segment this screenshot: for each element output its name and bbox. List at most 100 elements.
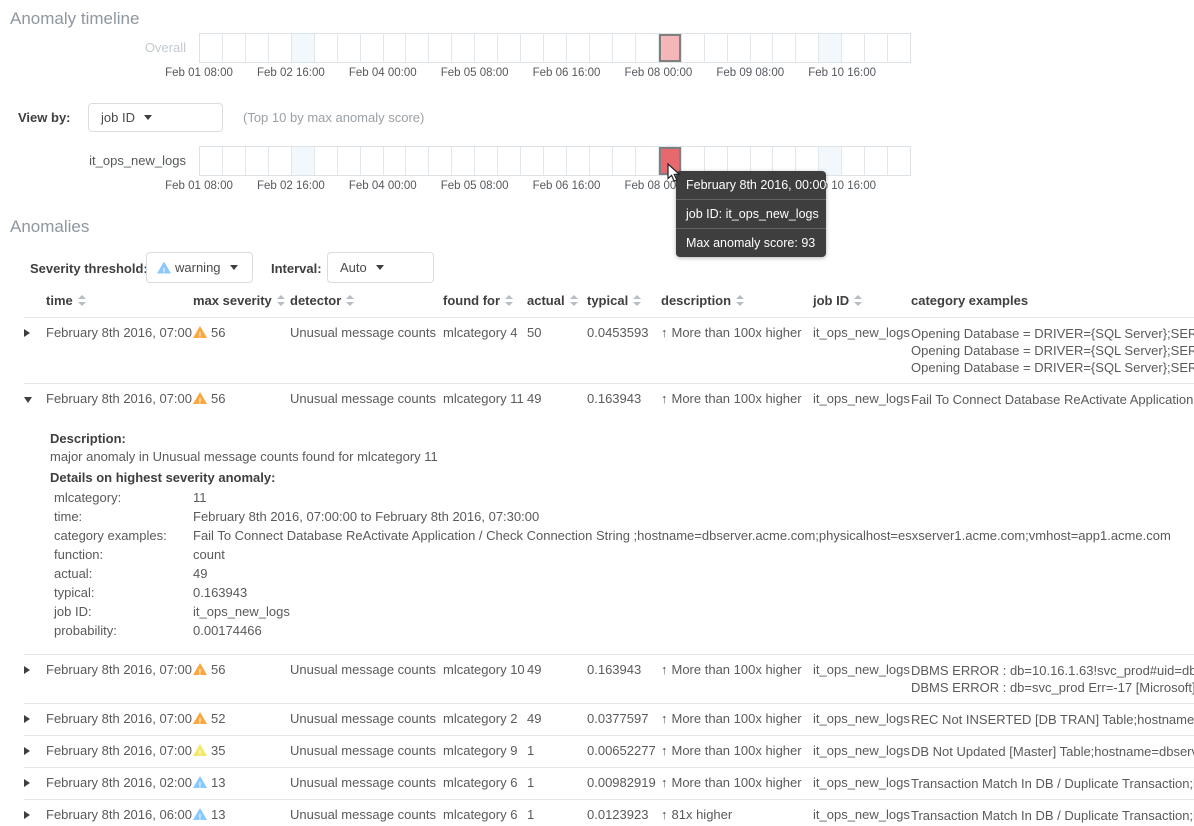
swimlane-cell[interactable] (338, 147, 361, 175)
table-row[interactable]: February 8th 2016, 07:00 56 Unusual mess… (24, 655, 1194, 704)
table-row[interactable]: February 8th 2016, 06:00 13 Unusual mess… (24, 800, 1194, 826)
swimlane-cell[interactable] (429, 34, 452, 62)
swimlane-cell[interactable] (338, 34, 361, 62)
cell-found-for: mlcategory 2 (443, 704, 527, 736)
axis-tick-label: Feb 06 16:00 (533, 67, 601, 79)
swimlane-cell[interactable] (223, 147, 246, 175)
swimlane-cell[interactable] (888, 147, 910, 175)
swimlane-cell[interactable] (773, 34, 796, 62)
swimlane-cell[interactable] (567, 147, 590, 175)
table-row[interactable]: February 8th 2016, 07:00 56 Unusual mess… (24, 318, 1194, 384)
swimlane-cell[interactable] (705, 34, 728, 62)
expand-row-icon[interactable] (24, 715, 30, 723)
swimlane-cell[interactable] (865, 34, 888, 62)
column-header-category-examples: category examples (911, 288, 1194, 318)
swimlane-cell[interactable] (590, 147, 613, 175)
swimlane-cell[interactable] (498, 34, 521, 62)
expand-row-icon[interactable] (24, 811, 30, 819)
severity-triangle-icon (193, 663, 207, 675)
cell-description: More than 100x higher (672, 743, 802, 758)
swimlane-cell[interactable] (292, 34, 315, 62)
table-row[interactable]: February 8th 2016, 07:00 56 Unusual mess… (24, 384, 1194, 416)
swimlane-cell[interactable] (498, 147, 521, 175)
swimlane-cell[interactable] (521, 34, 544, 62)
swimlane-cell[interactable] (361, 147, 384, 175)
severity-triangle-icon (193, 808, 207, 820)
swimlane-cell[interactable] (315, 34, 338, 62)
expand-row-icon[interactable] (24, 779, 30, 787)
swimlane-cell[interactable] (269, 34, 292, 62)
swimlane-cell[interactable] (613, 34, 636, 62)
swimlane-cell[interactable] (613, 147, 636, 175)
swimlane-cell[interactable] (796, 34, 819, 62)
cell-detector: Unusual message counts (290, 704, 443, 736)
swimlane-cell[interactable] (865, 147, 888, 175)
swimlane-cell[interactable] (384, 147, 407, 175)
swimlane-cell[interactable] (452, 34, 475, 62)
table-row[interactable]: February 8th 2016, 07:00 52 Unusual mess… (24, 704, 1194, 736)
swimlane-cell[interactable] (475, 34, 498, 62)
column-header-description[interactable]: description (661, 288, 813, 318)
swimlane-cell[interactable] (406, 147, 429, 175)
swimlane-cell[interactable] (521, 147, 544, 175)
severity-threshold-label: Severity threshold: (30, 261, 148, 276)
swimlane-cell[interactable] (682, 34, 705, 62)
expand-row-icon[interactable] (24, 666, 30, 674)
swimlane-cell[interactable] (819, 34, 842, 62)
swimlane-cell[interactable] (246, 34, 269, 62)
category-example-line: Transaction Match In DB / Duplicate Tran… (911, 807, 1194, 824)
swimlane-cell[interactable] (544, 34, 567, 62)
swimlane-cell[interactable] (269, 147, 292, 175)
swimlane-cell[interactable] (315, 147, 338, 175)
column-header-job-ID[interactable]: job ID (813, 288, 911, 318)
column-header-typical[interactable]: typical (587, 288, 661, 318)
swimlane-cell[interactable] (223, 34, 246, 62)
swimlane-cell[interactable] (200, 34, 223, 62)
swimlane-cell[interactable] (475, 147, 498, 175)
table-row[interactable]: February 8th 2016, 02:00 13 Unusual mess… (24, 768, 1194, 800)
swimlane-cell[interactable] (751, 34, 774, 62)
severity-triangle-icon (193, 326, 207, 338)
swimlane-cell[interactable] (590, 34, 613, 62)
cell-time: February 8th 2016, 07:00 (46, 736, 193, 768)
details-field-value: it_ops_new_logs (193, 602, 290, 621)
overall-swimlane (199, 33, 911, 63)
swimlane-cell[interactable] (842, 34, 865, 62)
expand-row-icon[interactable] (24, 397, 32, 403)
swimlane-cell[interactable] (361, 34, 384, 62)
interval-dropdown[interactable]: Auto (327, 252, 434, 283)
cell-typical: 0.0123923 (587, 800, 661, 826)
column-header-time[interactable]: time (46, 288, 193, 318)
expand-row-icon[interactable] (24, 329, 30, 337)
swimlane-cell[interactable] (200, 147, 223, 175)
swimlane-cell[interactable] (292, 147, 315, 175)
details-field-value: February 8th 2016, 07:00:00 to February … (193, 507, 539, 526)
swimlane-cell[interactable] (246, 147, 269, 175)
swimlane-cell[interactable] (636, 147, 659, 175)
details-field-label: mlcategory: (50, 488, 193, 507)
swimlane-cell[interactable] (406, 34, 429, 62)
swimlane-cell[interactable] (888, 34, 910, 62)
column-header-actual[interactable]: actual (527, 288, 587, 318)
cell-category-examples: Fail To Connect Database ReActivate Appl… (911, 384, 1194, 416)
column-header-detector[interactable]: detector (290, 288, 443, 318)
swimlane-cell[interactable] (567, 34, 590, 62)
column-header-max-severity[interactable]: max severity (193, 288, 290, 318)
swimlane-cell[interactable] (544, 147, 567, 175)
anomalies-table-wrap: timemax severitydetectorfound foractualt… (24, 288, 1194, 826)
cell-actual: 49 (527, 704, 587, 736)
severity-threshold-dropdown[interactable]: warning (146, 252, 253, 283)
swimlane-cell[interactable] (659, 34, 682, 62)
expand-header (24, 288, 46, 318)
view-by-dropdown[interactable]: job ID (88, 103, 223, 132)
swimlane-cell[interactable] (728, 34, 751, 62)
swimlane-cell[interactable] (452, 147, 475, 175)
swimlane-cell[interactable] (636, 34, 659, 62)
swimlane-cell[interactable] (429, 147, 452, 175)
expand-row-icon[interactable] (24, 747, 30, 755)
swimlane-cell[interactable] (842, 147, 865, 175)
details-field-label: typical: (50, 583, 193, 602)
table-row[interactable]: February 8th 2016, 07:00 35 Unusual mess… (24, 736, 1194, 768)
column-header-found-for[interactable]: found for (443, 288, 527, 318)
swimlane-cell[interactable] (384, 34, 407, 62)
